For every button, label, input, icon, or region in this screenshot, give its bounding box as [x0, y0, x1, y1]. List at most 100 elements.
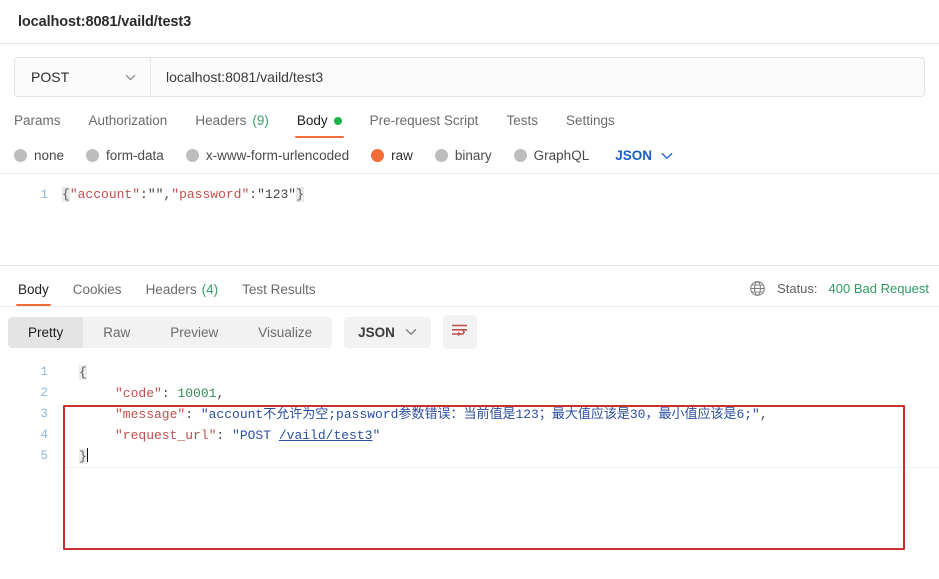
tab-tests[interactable]: Tests: [492, 113, 552, 138]
view-mode-raw[interactable]: Raw: [83, 317, 150, 348]
line-number: 2: [40, 386, 48, 400]
line-number: 4: [40, 428, 48, 442]
url-input[interactable]: localhost:8081/vaild/test3: [151, 58, 924, 96]
tab-tests-label: Tests: [506, 113, 538, 128]
response-format-selector[interactable]: JSON: [344, 316, 431, 348]
json-colon: :: [249, 187, 258, 202]
body-type-graphql-label: GraphQL: [533, 148, 590, 163]
json-value-code: 10001: [177, 386, 217, 401]
globe-icon: [749, 280, 766, 297]
json-value-request-url-suffix: ": [372, 428, 381, 443]
tab-headers[interactable]: Headers (9): [181, 113, 283, 138]
json-value-password: "123": [257, 187, 297, 202]
chevron-down-icon: [125, 74, 136, 81]
response-tab-test-results-label: Test Results: [242, 282, 316, 297]
response-gutter: 1 2 3 4 5: [0, 357, 62, 517]
json-key-password: "password": [171, 187, 250, 202]
chevron-down-icon: [405, 328, 417, 336]
body-type-binary[interactable]: binary: [434, 148, 492, 163]
json-close-brace: }: [296, 187, 304, 202]
response-status-area: Status: 400 Bad Request: [749, 280, 939, 306]
response-toolbar: Pretty Raw Preview Visualize JSON: [0, 306, 939, 357]
body-type-urlencoded-label: x-www-form-urlencoded: [205, 148, 350, 163]
json-key-code: "code": [115, 386, 162, 401]
json-separator: :: [161, 386, 178, 401]
response-tab-cookies[interactable]: Cookies: [61, 282, 134, 306]
request-body-editor[interactable]: 1 {"account":"","password":"123"}: [0, 173, 939, 265]
radio-icon: [434, 149, 448, 162]
body-type-binary-label: binary: [454, 148, 492, 163]
json-value-request-url-prefix: "POST: [232, 428, 279, 443]
response-tab-headers-count: (4): [201, 282, 219, 297]
response-tabs: Body Cookies Headers (4) Test Results St…: [0, 266, 939, 306]
tab-headers-label: Headers: [195, 113, 247, 128]
tab-pre-request-script-label: Pre-request Script: [369, 113, 479, 128]
response-tab-headers-label: Headers: [145, 282, 197, 297]
json-separator: :: [216, 428, 233, 443]
request-editor-gutter: 1: [0, 174, 62, 265]
body-type-none-label: none: [34, 148, 65, 163]
status-label: Status:: [777, 281, 818, 296]
json-separator: :: [185, 407, 201, 422]
json-key-account: "account": [69, 187, 141, 202]
tab-headers-count: (9): [252, 113, 269, 128]
response-view-modes: Pretty Raw Preview Visualize: [8, 316, 333, 348]
response-tab-body-label: Body: [18, 282, 49, 297]
tab-body[interactable]: Body: [283, 113, 356, 138]
tab-params-label: Params: [14, 113, 61, 128]
line-number: 1: [40, 365, 48, 379]
chevron-down-icon: [661, 152, 673, 160]
body-type-form-data-label: form-data: [106, 148, 164, 163]
radio-icon: [185, 149, 199, 162]
body-type-graphql[interactable]: GraphQL: [513, 148, 590, 163]
tab-params[interactable]: Params: [14, 113, 75, 138]
json-comma: ,: [759, 407, 768, 422]
response-format-label: JSON: [358, 324, 395, 340]
radio-icon: [14, 149, 27, 162]
status-badge: 400 Bad Request: [828, 281, 929, 296]
json-comma: ,: [216, 386, 225, 401]
body-type-raw-label: raw: [391, 148, 413, 163]
body-present-dot-icon: [333, 116, 342, 125]
tab-pre-request-script[interactable]: Pre-request Script: [356, 113, 493, 138]
word-wrap-icon: [450, 322, 469, 343]
response-tab-body[interactable]: Body: [6, 282, 61, 306]
radio-icon: [86, 149, 100, 162]
request-tab-title[interactable]: localhost:8081/vaild/test3: [18, 14, 191, 30]
response-tab-headers[interactable]: Headers (4): [134, 282, 231, 306]
http-method-selector[interactable]: POST: [15, 58, 151, 96]
tab-settings-label: Settings: [565, 113, 615, 128]
view-mode-pretty[interactable]: Pretty: [8, 316, 84, 348]
text-cursor: [86, 448, 89, 462]
view-mode-preview[interactable]: Preview: [150, 317, 238, 348]
word-wrap-toggle[interactable]: [442, 315, 477, 349]
radio-selected-icon: [371, 149, 385, 162]
response-section: Body Cookies Headers (4) Test Results St…: [0, 265, 939, 517]
response-json-code[interactable]: { "code": 10001, "message": "account不允许为…: [62, 357, 939, 517]
body-type-form-data[interactable]: form-data: [86, 148, 164, 163]
json-key-message: "message": [115, 407, 186, 422]
body-type-urlencoded[interactable]: x-www-form-urlencoded: [185, 148, 350, 163]
tab-settings[interactable]: Settings: [552, 113, 629, 138]
line-number: 3: [40, 407, 48, 421]
raw-format-selector[interactable]: JSON: [615, 148, 673, 163]
json-value-message: "account不允许为空;password参数错误：当前值是123；最大值应该…: [200, 407, 760, 422]
request-editor-code[interactable]: {"account":"","password":"123"}: [62, 174, 939, 265]
json-colon: :: [140, 187, 148, 202]
body-type-none[interactable]: none: [14, 148, 64, 163]
postman-window: localhost:8081/vaild/test3 POST localhos…: [0, 0, 939, 579]
response-body-viewer[interactable]: 1 2 3 4 5 { "code": 10001, "message": "a…: [0, 357, 939, 517]
tab-authorization[interactable]: Authorization: [75, 113, 182, 138]
response-tab-cookies-label: Cookies: [72, 282, 122, 297]
json-open-brace: {: [62, 187, 70, 202]
response-tab-test-results[interactable]: Test Results: [230, 282, 328, 306]
window-titlebar: localhost:8081/vaild/test3: [0, 0, 939, 44]
json-value-request-url-link[interactable]: /vaild/test3: [279, 428, 373, 443]
view-mode-visualize[interactable]: Visualize: [238, 317, 332, 348]
body-type-raw[interactable]: raw: [371, 148, 413, 163]
http-method-label: POST: [31, 69, 70, 85]
line-number: 1: [40, 188, 48, 202]
code-row-divider: [62, 467, 939, 468]
radio-icon: [513, 149, 527, 162]
json-open-brace: {: [79, 365, 87, 380]
